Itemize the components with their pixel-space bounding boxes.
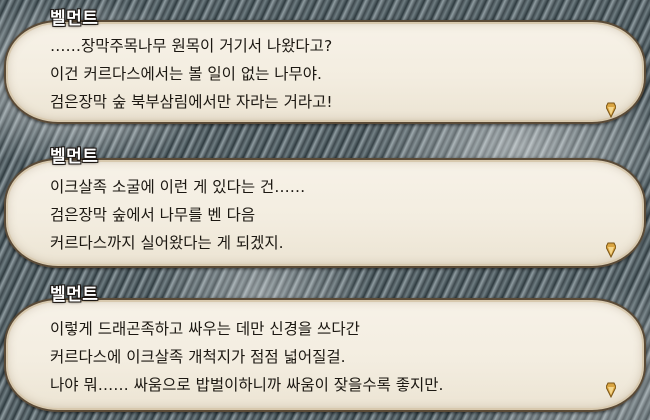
dialogue-text: 이렇게 드래곤족하고 싸우는 데만 신경을 쓰다간 커르다스에 이크살족 개척지… [50, 315, 584, 399]
diamond-advance-icon[interactable] [606, 242, 616, 258]
dialogue-line: 이크살족 소굴에 이런 게 있다는 건…… [50, 178, 306, 196]
dialogue-text: ……장막주목나무 원목이 거기서 나왔다고? 이건 커르다스에서는 볼 일이 없… [50, 32, 584, 116]
diamond-advance-icon[interactable] [606, 102, 616, 118]
dialogue-line: 커르다스에 이크살족 개척지가 점점 넓어질걸. [50, 348, 346, 366]
dialogue-text: 이크살족 소굴에 이런 게 있다는 건…… 검은장막 숲에서 나무를 벤 다음 … [50, 173, 584, 257]
dialogue-line: 커르다스까지 실어왔다는 게 되겠지. [50, 234, 284, 252]
dialogue-line: 이건 커르다스에서는 볼 일이 없는 나무야. [50, 65, 322, 83]
dialogue-line: 나야 뭐…… 싸움으로 밥벌이하니까 싸움이 잦을수록 좋지만. [50, 376, 444, 394]
dialogue-bubble[interactable]: ……장막주목나무 원목이 거기서 나왔다고? 이건 커르다스에서는 볼 일이 없… [4, 20, 646, 124]
dialogue-line: 검은장막 숲에서 나무를 벤 다음 [50, 206, 256, 224]
game-scene: 벨먼트 ……장막주목나무 원목이 거기서 나왔다고? 이건 커르다스에서는 볼 … [0, 0, 650, 420]
speaker-name: 벨먼트 [50, 147, 99, 167]
dialogue-bubble[interactable]: 이렇게 드래곤족하고 싸우는 데만 신경을 쓰다간 커르다스에 이크살족 개척지… [4, 298, 646, 412]
dialogue-line: 이렇게 드래곤족하고 싸우는 데만 신경을 쓰다간 [50, 320, 360, 338]
speaker-name: 벨먼트 [50, 9, 99, 29]
dialogue-line: 검은장막 숲 북부삼림에서만 자라는 거라고! [50, 93, 333, 111]
dialogue-bubble[interactable]: 이크살족 소굴에 이런 게 있다는 건…… 검은장막 숲에서 나무를 벤 다음 … [4, 158, 646, 268]
diamond-advance-icon[interactable] [606, 382, 616, 398]
speaker-name: 벨먼트 [50, 285, 99, 305]
dialogue-line: ……장막주목나무 원목이 거기서 나왔다고? [50, 37, 333, 55]
